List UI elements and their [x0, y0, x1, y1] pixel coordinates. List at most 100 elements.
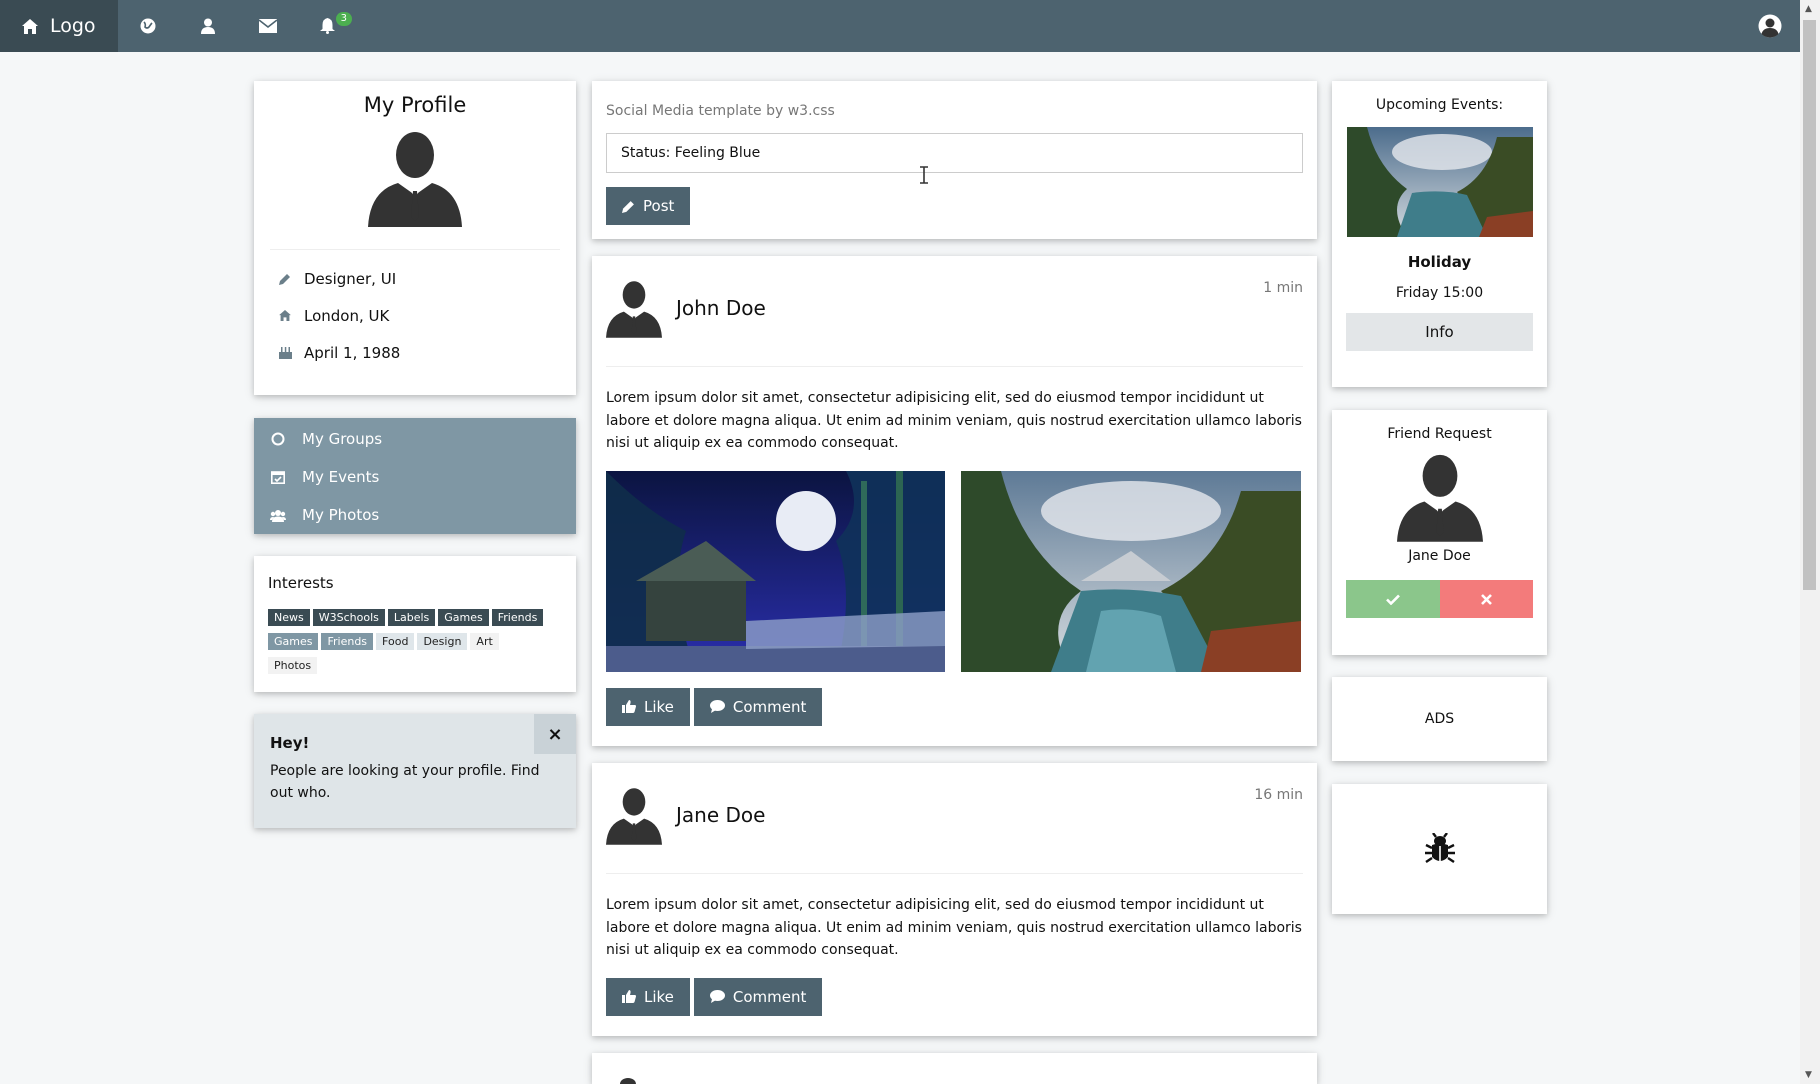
globe-icon [140, 18, 156, 34]
interest-tag[interactable]: W3Schools [312, 609, 385, 626]
scroll-down-arrow-icon[interactable]: ▼ [1805, 1070, 1812, 1080]
news-nav-button[interactable] [118, 0, 178, 52]
profile-title: My Profile [363, 93, 467, 117]
author-avatar [620, 1078, 636, 1084]
status-composer: Social Media template by w3.css Status: … [592, 81, 1317, 239]
top-navbar: Logo 3 [0, 0, 1800, 52]
interest-tag[interactable]: Art [470, 633, 499, 650]
ads-card: ADS [1332, 677, 1547, 761]
bell-icon [320, 18, 336, 34]
profile-location: London, UK [304, 306, 390, 325]
comment-icon [709, 700, 725, 713]
thumbs-up-icon [622, 990, 636, 1003]
events-card: Upcoming Events: Holiday Friday 15:00 In… [1332, 81, 1547, 387]
scroll-up-arrow-icon[interactable]: ▲ [1805, 4, 1812, 14]
my-events-button[interactable]: My Events [254, 458, 576, 496]
messages-nav-button[interactable] [238, 0, 298, 52]
scrollbar-thumb[interactable] [1803, 20, 1816, 590]
logo-button[interactable]: Logo [0, 0, 118, 52]
profile-card: My Profile Designer, UI London, UK April… [254, 81, 576, 395]
interest-tag[interactable]: Labels [387, 609, 436, 626]
my-photos-button[interactable]: My Photos [254, 496, 576, 534]
interests-card: Interests News W3Schools Labels Games Friend… [254, 556, 576, 692]
account-nav-button[interactable] [178, 0, 238, 52]
account-icon [1758, 14, 1782, 38]
post-time: 16 min [1254, 787, 1303, 803]
profile-avatar [368, 132, 462, 227]
author-avatar [606, 788, 662, 845]
event-time: Friday 15:00 [1395, 285, 1484, 301]
notifications-nav-button[interactable]: 3 [298, 0, 358, 52]
ads-label: ADS [1424, 711, 1455, 727]
friend-request-title: Friend Request [1387, 426, 1492, 442]
calendar-check-icon [271, 471, 285, 484]
user-icon [200, 18, 215, 34]
post-text: Lorem ipsum dolor sit amet, consectetur … [606, 897, 1302, 958]
like-label: Like [644, 697, 674, 716]
interest-tag[interactable]: Games [268, 633, 319, 650]
like-button[interactable]: Like [606, 977, 690, 1016]
comment-icon [709, 990, 725, 1003]
my-groups-label: My Groups [302, 430, 383, 448]
post-card-partial [592, 1053, 1317, 1084]
logo-label: Logo [50, 15, 96, 37]
interest-tag[interactable]: Friends [321, 633, 374, 650]
notification-badge: 3 [335, 12, 352, 26]
bug-icon [1424, 833, 1455, 863]
pencil-icon [622, 200, 634, 213]
interest-tag[interactable]: Photos [268, 657, 318, 674]
event-image[interactable] [1346, 127, 1533, 237]
users-icon [270, 509, 286, 522]
interest-tag[interactable]: Food [376, 633, 415, 650]
profile-job-row: Designer, UI [266, 260, 564, 297]
comment-button[interactable]: Comment [693, 977, 823, 1016]
pencil-icon [279, 273, 290, 285]
page-scrollbar[interactable]: ▲ ▼ [1800, 0, 1820, 1084]
decline-friend-button[interactable] [1439, 580, 1533, 618]
profile-menu: My Groups My Events My Photos [254, 418, 576, 534]
birthday-cake-icon [278, 347, 292, 359]
envelope-icon [258, 19, 277, 33]
friend-name: Jane Doe [1408, 548, 1471, 564]
status-input[interactable]: Status: Feeling Blue [606, 133, 1303, 173]
bug-card [1332, 784, 1547, 914]
post-photo-lake[interactable] [961, 470, 1301, 672]
my-account-button[interactable] [1740, 0, 1800, 52]
accept-friend-button[interactable] [1346, 580, 1440, 618]
alert-title: Hey! [270, 734, 310, 752]
text-cursor-icon [920, 166, 928, 184]
comment-label: Comment [732, 987, 807, 1006]
profile-alert: × Hey! People are looking at your profil… [254, 714, 576, 828]
profile-location-row: London, UK [266, 297, 564, 334]
close-icon [1480, 593, 1492, 605]
circle-icon [271, 432, 285, 446]
check-icon [1385, 594, 1400, 605]
interest-tag[interactable]: News [268, 609, 310, 626]
event-info-button[interactable]: Info [1346, 313, 1533, 351]
profile-birthday-row: April 1, 1988 [266, 334, 564, 371]
interest-tag[interactable]: Design [417, 633, 468, 650]
my-photos-label: My Photos [302, 506, 380, 524]
like-button[interactable]: Like [606, 687, 690, 726]
like-label: Like [644, 987, 674, 1006]
alert-close-button[interactable]: × [534, 714, 576, 754]
friend-avatar [1396, 454, 1483, 542]
my-events-label: My Events [302, 468, 380, 486]
profile-birthday: April 1, 1988 [304, 343, 401, 362]
profile-job: Designer, UI [304, 269, 397, 288]
interest-tag[interactable]: Games [438, 609, 489, 626]
post-photo-night[interactable] [606, 470, 945, 672]
home-icon [279, 310, 291, 321]
events-title: Upcoming Events: [1375, 97, 1504, 113]
my-groups-button[interactable]: My Groups [254, 420, 576, 458]
interests-title: Interests [268, 574, 334, 592]
post-button[interactable]: Post [606, 187, 691, 225]
comment-label: Comment [732, 697, 807, 716]
post-author[interactable]: Jane Doe [676, 803, 765, 827]
post-text: Lorem ipsum dolor sit amet, consectetur … [606, 390, 1302, 451]
alert-message: People are looking at your profile. Find… [270, 763, 540, 801]
interest-tag[interactable]: Friends [491, 609, 544, 626]
post-author[interactable]: John Doe [676, 296, 766, 320]
post-card: 1 min John Doe Lorem ipsum dolor sit ame… [592, 256, 1317, 746]
comment-button[interactable]: Comment [693, 687, 823, 726]
